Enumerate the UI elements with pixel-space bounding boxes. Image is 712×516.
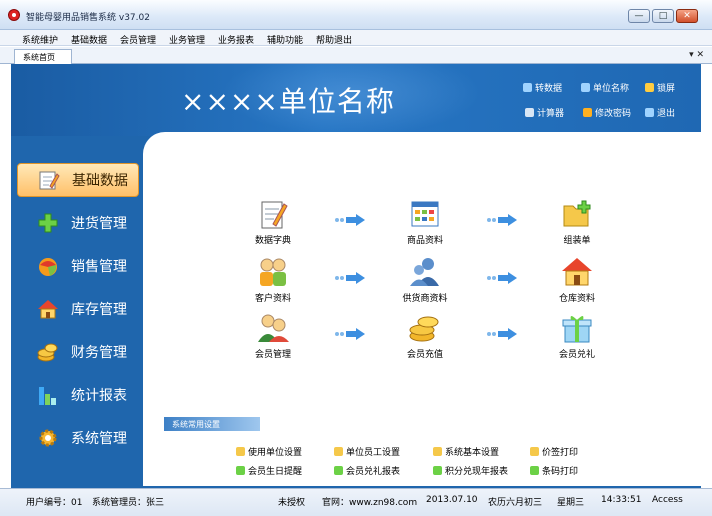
- arrow-right-icon: [335, 328, 365, 340]
- menu-business-reports[interactable]: 业务报表: [218, 33, 254, 46]
- folder-icon: [334, 447, 343, 456]
- func-customer-info[interactable]: 客户资料: [233, 256, 313, 304]
- tool-lock-screen[interactable]: 锁屏: [645, 81, 675, 94]
- link-price-tag-print[interactable]: 价签打印: [530, 445, 578, 458]
- status-bar: 用户编号：01 系统管理员：张三 未授权 官网：www.zn98.com 201…: [0, 488, 712, 516]
- company-name: ××××单位名称: [181, 85, 395, 118]
- nav-sales[interactable]: 销售管理: [17, 249, 139, 283]
- warehouse-icon: [560, 256, 594, 288]
- nav-basic-data[interactable]: 基础数据: [17, 163, 139, 197]
- func-data-dictionary[interactable]: 数据字典: [233, 198, 313, 246]
- tab-home[interactable]: 系统首页: [14, 49, 72, 64]
- link-employee-settings[interactable]: 单位员工设置: [334, 445, 400, 458]
- func-member-recharge[interactable]: 会员充值: [385, 312, 465, 360]
- content-area: [143, 132, 701, 486]
- app-logo-icon: [8, 9, 20, 21]
- func-product-info[interactable]: 商品资料: [385, 198, 465, 246]
- notepad-pencil-icon: [38, 169, 60, 191]
- database-icon: [523, 83, 532, 92]
- tool-unit-name[interactable]: 单位名称: [581, 81, 629, 94]
- tool-change-password[interactable]: 修改密码: [583, 106, 631, 119]
- exit-icon: [645, 108, 654, 117]
- folder-icon: [433, 447, 442, 456]
- coins-icon: [37, 341, 59, 363]
- nav-purchase[interactable]: 进货管理: [17, 206, 139, 240]
- link-points-report[interactable]: 积分兑现年报表: [433, 464, 508, 477]
- status-user: 用户编号：01: [26, 498, 83, 508]
- common-settings-title: 系统常用设置: [164, 417, 260, 431]
- customers-icon: [256, 256, 290, 288]
- tool-calculator[interactable]: 计算器: [525, 106, 564, 119]
- status-date: 2013.07.10: [426, 495, 478, 505]
- window-title: 智能母婴用品销售系统 v37.02: [26, 13, 150, 23]
- lock-icon: [645, 83, 654, 92]
- green-doc-icon: [530, 466, 539, 475]
- green-doc-icon: [433, 466, 442, 475]
- title-bar: 智能母婴用品销售系统 v37.02 — □ ✕: [0, 0, 712, 30]
- green-plus-icon: [37, 212, 59, 234]
- status-weekday: 星期三: [557, 498, 585, 508]
- menu-basic-data[interactable]: 基础数据: [71, 33, 107, 46]
- tab-bar: 系统首页 ▾ ✕: [0, 47, 712, 64]
- link-gift-report[interactable]: 会员兑礼报表: [334, 464, 400, 477]
- bar-chart-icon: [37, 384, 59, 406]
- arrow-right-icon: [487, 214, 517, 226]
- menu-system-maintenance[interactable]: 系统维护: [22, 33, 58, 46]
- folder-add-icon: [560, 198, 594, 230]
- link-unit-settings[interactable]: 使用单位设置: [236, 445, 302, 458]
- product-table-icon: [408, 198, 442, 230]
- building-icon: [581, 83, 590, 92]
- folder-icon: [530, 447, 539, 456]
- func-member-management[interactable]: 会员管理: [233, 312, 313, 360]
- calculator-icon: [525, 108, 534, 117]
- func-member-gift[interactable]: 会员兑礼: [537, 312, 617, 360]
- tool-exit[interactable]: 退出: [645, 106, 675, 119]
- maximize-button[interactable]: □: [652, 9, 674, 23]
- members-icon: [256, 312, 290, 344]
- menu-member-management[interactable]: 会员管理: [120, 33, 156, 46]
- status-lunar: 农历六月初三: [488, 498, 543, 508]
- green-doc-icon: [334, 466, 343, 475]
- gear-icon: [37, 427, 59, 449]
- status-license: 未授权: [278, 498, 306, 508]
- green-doc-icon: [236, 466, 245, 475]
- link-barcode-print[interactable]: 条码打印: [530, 464, 578, 477]
- house-icon: [37, 298, 59, 320]
- tool-transfer-data[interactable]: 转数据: [523, 81, 562, 94]
- arrow-right-icon: [487, 272, 517, 284]
- menu-auxiliary[interactable]: 辅助功能: [267, 33, 303, 46]
- arrow-right-icon: [335, 272, 365, 284]
- status-website[interactable]: 官网：www.zn98.com: [322, 495, 417, 508]
- nav-inventory[interactable]: 库存管理: [17, 292, 139, 326]
- arrow-right-icon: [335, 214, 365, 226]
- nav-finance[interactable]: 财务管理: [17, 335, 139, 369]
- status-operator: 系统管理员：张三: [92, 498, 165, 508]
- suppliers-icon: [408, 256, 442, 288]
- link-birthday-reminder[interactable]: 会员生日提醒: [236, 464, 302, 477]
- func-supplier-info[interactable]: 供货商资料: [385, 256, 465, 304]
- notepad-pencil-icon: [256, 198, 290, 230]
- link-system-settings[interactable]: 系统基本设置: [433, 445, 499, 458]
- close-button[interactable]: ✕: [676, 9, 698, 23]
- gift-icon: [560, 312, 594, 344]
- menu-business-management[interactable]: 业务管理: [169, 33, 205, 46]
- status-time: 14:33:51: [601, 495, 642, 505]
- func-assembly-order[interactable]: 组装单: [537, 198, 617, 246]
- status-database: Access: [652, 495, 683, 505]
- tab-close-button[interactable]: ▾ ✕: [689, 50, 704, 60]
- folder-icon: [236, 447, 245, 456]
- coins-icon: [408, 312, 442, 344]
- minimize-button[interactable]: —: [628, 9, 650, 23]
- nav-system[interactable]: 系统管理: [17, 421, 139, 455]
- func-warehouse-info[interactable]: 仓库资料: [537, 256, 617, 304]
- menu-bar: 系统维护 基础数据 会员管理 业务管理 业务报表 辅助功能 帮助退出: [0, 30, 712, 46]
- arrow-right-icon: [487, 328, 517, 340]
- nav-reports[interactable]: 统计报表: [17, 378, 139, 412]
- shopping-ball-icon: [37, 255, 59, 277]
- key-icon: [583, 108, 592, 117]
- menu-help-exit[interactable]: 帮助退出: [316, 33, 352, 46]
